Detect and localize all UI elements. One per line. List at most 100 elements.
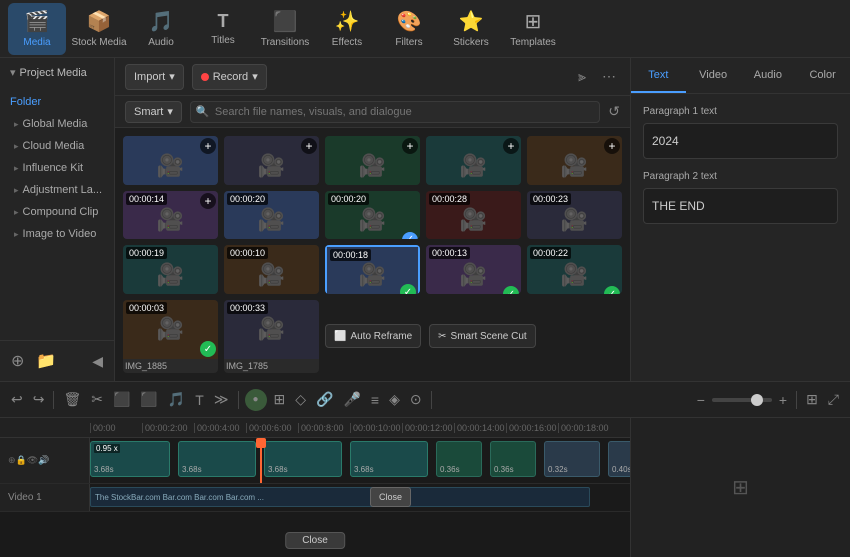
list-item[interactable]: 🎥 + v14044g50000c...	[224, 136, 319, 185]
settings-button[interactable]: ⊙	[407, 389, 425, 410]
filter-icon[interactable]: ⫸	[574, 66, 590, 87]
add-to-timeline-icon[interactable]: +	[503, 138, 519, 154]
track-clip[interactable]: 3.68s	[178, 441, 256, 477]
sidebar-item-global[interactable]: ▸ Global Media	[0, 113, 114, 135]
more-options-icon[interactable]: ⋯	[598, 66, 620, 87]
track-clip[interactable]: 0.36s	[436, 441, 482, 477]
snap-button[interactable]: ⊞	[271, 389, 289, 410]
collapse-icon[interactable]: ◀	[89, 349, 106, 373]
list-item[interactable]: 🎥 00:00:28 IMG_3193	[426, 191, 521, 240]
link-button[interactable]: 🔗	[313, 389, 336, 410]
audio-track-content[interactable]: The StockBar.com Bar.com Bar.com Bar.com…	[90, 484, 630, 511]
smart-scene-cut-button[interactable]: ✂ Smart Scene Cut	[429, 324, 536, 348]
add-to-timeline-icon[interactable]: +	[200, 138, 216, 154]
folder-item[interactable]: Folder	[0, 91, 114, 113]
voice-button[interactable]: ≡	[368, 390, 382, 410]
zoom-thumb[interactable]	[751, 394, 763, 406]
fit-view-button[interactable]: ●	[245, 389, 267, 411]
sidebar-item-adjustment[interactable]: ▸ Adjustment La...	[0, 179, 114, 201]
undo-button[interactable]: ↩	[8, 389, 26, 410]
list-item[interactable]: 🎥 00:00:14 + IMG_3856	[123, 191, 218, 240]
tool-transitions[interactable]: ⬛ Transitions	[256, 3, 314, 55]
list-item[interactable]: 🎥 00:00:23 IMG_3170	[527, 191, 622, 240]
sidebar-item-cloud[interactable]: ▸ Cloud Media	[0, 135, 114, 157]
tab-color[interactable]: Color	[795, 58, 850, 93]
tool-templates[interactable]: ⊞ Templates	[504, 3, 562, 55]
record-button[interactable]: Record ▾	[192, 64, 267, 90]
ai-button[interactable]: ◈	[386, 389, 403, 410]
add-to-timeline-icon[interactable]: +	[200, 193, 216, 209]
crop-button[interactable]: ⬛	[137, 389, 160, 410]
tab-video[interactable]: Video	[686, 58, 741, 93]
paragraph1-input[interactable]: 2024	[643, 123, 838, 159]
list-item[interactable]: 🎥 00:00:13 ✓ IMG_2231	[426, 245, 521, 294]
tool-titles[interactable]: T Titles	[194, 3, 252, 55]
list-item[interactable]: 🎥 00:00:19 IMG_2731	[123, 245, 218, 294]
tab-audio[interactable]: Audio	[741, 58, 796, 93]
list-item[interactable]: 🎥 00:00:33 IMG_1785	[224, 300, 319, 373]
caption-clip[interactable]: The StockBar.com Bar.com Bar.com Bar.com…	[90, 487, 590, 507]
redo-button[interactable]: ↪	[30, 389, 48, 410]
list-item[interactable]: 🎥 00:00:20 ✓ IMG_3195	[325, 191, 420, 240]
tool-stickers[interactable]: ⭐ Stickers	[442, 3, 500, 55]
fullscreen-button[interactable]: ⤢	[825, 389, 842, 410]
auto-reframe-button[interactable]: ⬜ Auto Reframe	[325, 324, 421, 348]
mic-button[interactable]: 🎤	[340, 389, 363, 410]
list-item[interactable]: 🎥 00:00:20 IMG_3566	[224, 191, 319, 240]
track-clip[interactable]: 0.32s	[544, 441, 600, 477]
close-caption-button[interactable]: Close	[370, 487, 411, 507]
add-to-timeline-icon[interactable]: +	[301, 138, 317, 154]
track-clip[interactable]: 0.40s	[608, 441, 630, 477]
list-item[interactable]: 🎥 00:00:03 ✓ IMG_1885	[123, 300, 218, 373]
close-button[interactable]: Close	[285, 532, 345, 549]
delete-button[interactable]: 🗑	[60, 389, 84, 410]
sidebar-item-compound[interactable]: ▸ Compound Clip	[0, 201, 114, 223]
zoom-in-button[interactable]: +	[776, 390, 790, 410]
center-topbar: Import ▾ Record ▾ ⫸ ⋯	[115, 58, 630, 96]
list-item[interactable]: 🎥 + IMG_3889	[527, 136, 622, 185]
list-item[interactable]: 🎥 + IMG_3924	[426, 136, 521, 185]
clip-speed-label: 0.95 x	[94, 444, 120, 453]
smart-button[interactable]: Smart ▾	[125, 101, 182, 123]
zoom-out-button[interactable]: −	[694, 390, 708, 410]
paragraph2-input[interactable]: THE END	[643, 188, 838, 224]
cut-button[interactable]: ✂	[88, 389, 106, 410]
add-folder-icon[interactable]: 📁	[33, 349, 59, 373]
audio-button[interactable]: 🎵	[165, 389, 188, 410]
add-media-icon[interactable]: ⊕	[8, 349, 27, 373]
marker-button[interactable]: ◇	[292, 389, 309, 410]
refresh-icon[interactable]: ↺	[608, 103, 620, 120]
tool-audio[interactable]: 🎵 Audio	[132, 3, 190, 55]
add-to-timeline-icon[interactable]: +	[604, 138, 620, 154]
track-clip[interactable]: 0.95 x 3.68s	[90, 441, 170, 477]
list-item[interactable]: 🎥 + IMG_3925	[325, 136, 420, 185]
list-item[interactable]: 🎥 00:00:10 IMG_2602	[224, 245, 319, 294]
text-button[interactable]: T	[192, 390, 207, 410]
list-item[interactable]: 🎥 + IMG_4437	[123, 136, 218, 185]
search-input[interactable]	[190, 101, 600, 123]
more-tools-button[interactable]: ≫	[211, 389, 232, 410]
tool-media[interactable]: 🎬 Media	[8, 3, 66, 55]
split-button[interactable]: ⬛	[110, 389, 133, 410]
sidebar-item-image-to-video[interactable]: ▸ Image to Video	[0, 223, 114, 245]
media-thumbnail: 🎥 00:00:28	[426, 191, 521, 240]
tool-effects[interactable]: ✨ Effects	[318, 3, 376, 55]
tool-stock[interactable]: 📦 Stock Media	[70, 3, 128, 55]
import-button[interactable]: Import ▾	[125, 64, 184, 90]
sidebar-item-influence[interactable]: ▸ Influence Kit	[0, 157, 114, 179]
paragraph2-group: Paragraph 2 text THE END	[643, 171, 838, 224]
grid-view-button[interactable]: ⊞	[803, 389, 821, 410]
list-item[interactable]: 🎥 00:00:18 ✓ IMG_2570	[325, 245, 420, 294]
checkmark-icon: ✓	[400, 284, 416, 293]
stickers-icon: ⭐	[459, 9, 484, 34]
zoom-slider[interactable]	[712, 398, 772, 402]
list-item[interactable]: 🎥 00:00:22 ✓ IMG_1914	[527, 245, 622, 294]
add-to-timeline-icon[interactable]: +	[402, 138, 418, 154]
video-track-content[interactable]: 0.95 x 3.68s 3.68s 3.68s 3.68s	[90, 438, 630, 483]
tab-text[interactable]: Text	[631, 58, 686, 93]
track-clip[interactable]: 3.68s	[350, 441, 428, 477]
tool-filters[interactable]: 🎨 Filters	[380, 3, 438, 55]
track-clip[interactable]: 3.68s	[264, 441, 342, 477]
project-media-header[interactable]: ▾ Project Media	[0, 58, 114, 87]
track-clip[interactable]: 0.36s	[490, 441, 536, 477]
